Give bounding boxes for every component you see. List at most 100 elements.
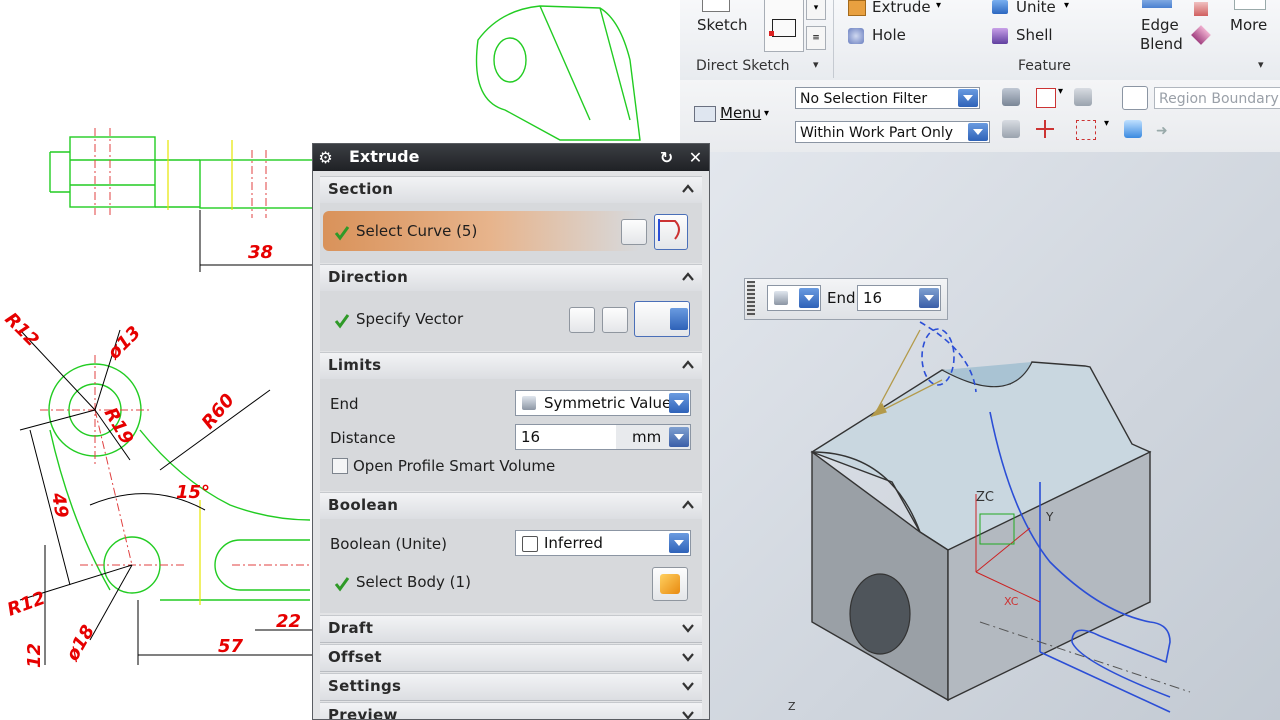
reset-icon[interactable]: ↻ bbox=[657, 148, 676, 167]
rectangle-tool-button[interactable] bbox=[764, 0, 804, 52]
edge-blend-label-line2[interactable]: Blend bbox=[1140, 35, 1183, 53]
end-value: 16 bbox=[863, 289, 883, 307]
preview-header[interactable]: Preview bbox=[320, 702, 702, 720]
boolean-header-label: Boolean bbox=[328, 496, 399, 514]
sketch-section-icon[interactable] bbox=[621, 219, 647, 245]
direction-header[interactable]: Direction bbox=[320, 264, 702, 292]
vector-type-dropdown-icon[interactable] bbox=[670, 308, 688, 330]
curve-select-icon[interactable] bbox=[654, 214, 688, 250]
scope-filter-value: Within Work Part Only bbox=[800, 125, 954, 141]
section-header[interactable]: Section bbox=[320, 176, 702, 204]
selection-filter-value: No Selection Filter bbox=[800, 91, 928, 107]
unite-menu-arrow[interactable]: ▾ bbox=[1064, 0, 1069, 11]
drag-handle[interactable] bbox=[747, 281, 755, 317]
offset-header[interactable]: Offset bbox=[320, 644, 702, 672]
dimension-12: 12 bbox=[24, 643, 45, 668]
vector-dialog-icon[interactable] bbox=[569, 307, 595, 333]
distance-menu-icon[interactable] bbox=[669, 427, 689, 447]
dimension-22: 22 bbox=[276, 611, 301, 632]
more-button[interactable]: More bbox=[1230, 16, 1267, 34]
unite-button[interactable]: Unite bbox=[1016, 0, 1056, 16]
end-value-menu-icon[interactable] bbox=[919, 288, 939, 308]
direct-sketch-group-menu[interactable]: ▾ bbox=[813, 58, 819, 71]
chamfer-icon[interactable] bbox=[1194, 2, 1208, 16]
end-combo-value: Symmetric Value bbox=[544, 394, 672, 412]
feature-group-menu[interactable]: ▾ bbox=[1258, 58, 1264, 71]
menu-arrow[interactable]: ▾ bbox=[764, 108, 769, 119]
chevron-up-icon[interactable] bbox=[680, 269, 696, 285]
selection-filter-combo[interactable]: No Selection Filter bbox=[795, 87, 980, 109]
boolean-header[interactable]: Boolean bbox=[320, 492, 702, 520]
end-type-combo[interactable] bbox=[767, 285, 821, 311]
gallery-expand[interactable]: ≡ bbox=[806, 26, 826, 50]
select-body-label: Select Body (1) bbox=[356, 573, 471, 591]
end-value-field[interactable]: 16 bbox=[857, 285, 941, 311]
chevron-down-icon[interactable] bbox=[680, 649, 696, 665]
more-icon bbox=[1234, 0, 1266, 10]
scope-filter-dropdown-icon[interactable] bbox=[968, 123, 988, 141]
boolean-combo-dropdown-icon[interactable] bbox=[669, 533, 689, 553]
dialog-title-bar[interactable]: ⚙ Extrude ↻ ✕ bbox=[313, 144, 709, 171]
sketch-icon[interactable] bbox=[702, 0, 730, 12]
preview-header-label: Preview bbox=[328, 706, 398, 720]
sketch-button[interactable]: Sketch bbox=[697, 16, 748, 34]
vector-type-combo[interactable] bbox=[634, 301, 690, 337]
chevron-down-icon[interactable] bbox=[680, 620, 696, 636]
menu-button[interactable]: Menu bbox=[720, 104, 761, 122]
symmetric-value-icon bbox=[522, 396, 536, 410]
rectangle-select-icon[interactable] bbox=[1076, 120, 1096, 140]
hole-button[interactable]: Hole bbox=[872, 26, 906, 44]
checkmark-icon bbox=[334, 226, 350, 241]
rectangle-select-arrow[interactable]: ▾ bbox=[1104, 118, 1109, 129]
chevron-up-icon[interactable] bbox=[680, 357, 696, 373]
boolean-label: Boolean (Unite) bbox=[330, 535, 447, 553]
gallery-scroll-down[interactable]: ▾ bbox=[806, 0, 826, 20]
dimension-38: 38 bbox=[248, 242, 273, 263]
dimension-diameter-18: ø18 bbox=[62, 622, 99, 666]
section-header-label: Section bbox=[328, 180, 394, 198]
selection-filter-dropdown-icon[interactable] bbox=[958, 89, 978, 107]
extrude-button[interactable]: Extrude bbox=[872, 0, 931, 16]
extrude-dialog: ⚙ Extrude ↻ ✕ Section Select Curve (5) D… bbox=[312, 143, 710, 720]
point-snap-icon[interactable] bbox=[1036, 88, 1056, 108]
reverse-direction-icon[interactable] bbox=[602, 307, 628, 333]
chevron-up-icon[interactable] bbox=[680, 181, 696, 197]
corner-point-icon bbox=[769, 31, 774, 36]
snap-icon[interactable] bbox=[1002, 88, 1020, 106]
cube-icon[interactable] bbox=[1124, 120, 1142, 138]
settings-header[interactable]: Settings bbox=[320, 673, 702, 701]
boolean-combo[interactable]: Inferred bbox=[515, 530, 691, 556]
chevron-down-icon[interactable] bbox=[680, 678, 696, 694]
end-type-dropdown-icon[interactable] bbox=[799, 288, 819, 308]
open-profile-checkbox[interactable] bbox=[332, 458, 348, 474]
region-boundary-combo[interactable]: Region Boundary bbox=[1154, 87, 1280, 109]
point-snap-arrow[interactable]: ▾ bbox=[1058, 86, 1063, 97]
end-combo[interactable]: Symmetric Value bbox=[515, 390, 691, 416]
filter-icon[interactable] bbox=[1002, 120, 1020, 138]
draft-icon[interactable] bbox=[1191, 25, 1211, 45]
gear-icon[interactable]: ⚙ bbox=[316, 148, 335, 167]
close-icon[interactable]: ✕ bbox=[686, 148, 705, 167]
chevron-up-icon[interactable] bbox=[680, 497, 696, 513]
extrude-menu-arrow[interactable]: ▾ bbox=[936, 0, 941, 11]
xc-axis-label: XC bbox=[1004, 595, 1019, 608]
scope-filter-combo[interactable]: Within Work Part Only bbox=[795, 121, 990, 143]
link-icon[interactable] bbox=[1074, 88, 1092, 106]
arrow-right-icon[interactable]: ➜ bbox=[1156, 122, 1174, 140]
graphics-viewport[interactable]: ZC Y XC Z End 16 bbox=[680, 152, 1280, 720]
dimension-r12-top: R12 bbox=[0, 309, 42, 351]
dimension-r19: R19 bbox=[100, 404, 138, 448]
draft-header[interactable]: Draft bbox=[320, 615, 702, 643]
chevron-down-icon[interactable] bbox=[680, 707, 696, 720]
end-combo-dropdown-icon[interactable] bbox=[669, 393, 689, 413]
crosshair-icon[interactable] bbox=[1036, 120, 1054, 138]
specify-vector-label: Specify Vector bbox=[356, 310, 464, 328]
shell-button[interactable]: Shell bbox=[1016, 26, 1053, 44]
edge-blend-label-line1[interactable]: Edge bbox=[1141, 16, 1179, 34]
region-select-icon[interactable] bbox=[1122, 86, 1148, 110]
distance-value: 16 bbox=[521, 428, 541, 446]
select-body-icon[interactable] bbox=[652, 567, 688, 601]
limits-header[interactable]: Limits bbox=[320, 352, 702, 380]
nx-application-window: Sketch ▾ ≡ Direct Sketch ▾ Extrude ▾ Hol… bbox=[680, 0, 1280, 720]
distance-field[interactable]: 16 mm bbox=[515, 424, 691, 450]
